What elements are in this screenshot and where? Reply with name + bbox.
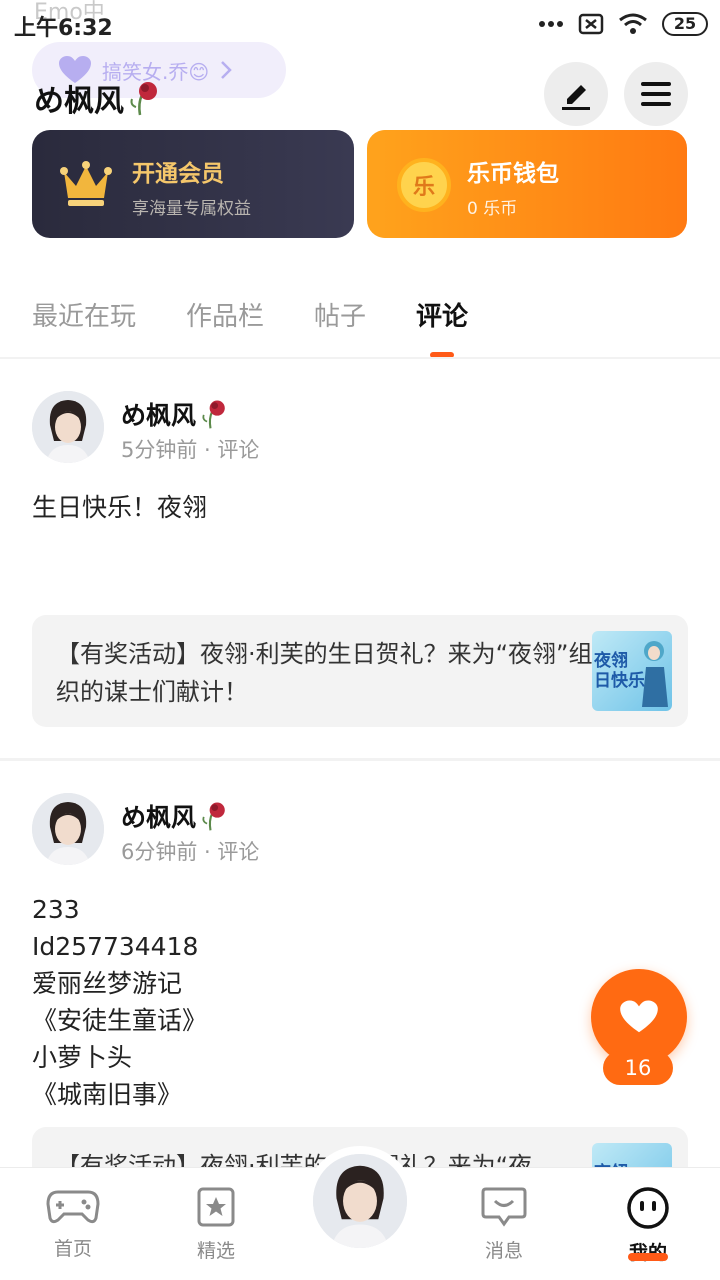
comment-line: 小萝卜头: [32, 1043, 133, 1072]
avatar: [313, 1154, 407, 1248]
coin-wallet-card[interactable]: 乐 乐币钱包 0 乐币: [367, 130, 687, 238]
comment-line: Id257734418: [32, 932, 199, 961]
profile-screen: Emo中 上午6:32 25 搞笑女.乔😊 め枫风 开通会员 享海量专属权益 乐…: [0, 0, 720, 1280]
profile-username: め枫风: [34, 76, 160, 120]
section-divider: [0, 758, 720, 761]
linked-post-title: 【有奖活动】夜翎·利芙的生日贺礼？来为“夜翎”组织的谋士们献计！: [56, 640, 593, 706]
heart-icon: [620, 1000, 658, 1033]
nav-messages[interactable]: 消息: [459, 1186, 549, 1263]
status-time: 上午6:32: [14, 16, 113, 41]
profile-tabs: 最近在玩 作品栏 帖子 评论: [32, 296, 518, 358]
bottom-navigation: 首页 精选 消息 我的: [0, 1146, 720, 1280]
nav-center-avatar-button[interactable]: [305, 1146, 415, 1256]
menu-button[interactable]: [624, 62, 688, 126]
battery-indicator: 25: [662, 12, 708, 36]
edit-profile-button[interactable]: [544, 62, 608, 126]
coin-char: 乐: [412, 175, 435, 200]
comment-body: 生日快乐！夜翎: [32, 489, 207, 526]
comment-line: 爱丽丝梦游记: [32, 969, 183, 998]
comment-meta: 5分钟前 · 评论: [121, 438, 260, 462]
nav-featured[interactable]: 精选: [171, 1186, 261, 1263]
nav-label: 首页: [53, 1238, 92, 1260]
comment-author: め枫风: [121, 396, 228, 432]
tab-recently-played[interactable]: 最近在玩: [32, 296, 136, 333]
avatar-portrait-icon: [32, 391, 104, 463]
edit-icon: [562, 85, 590, 110]
message-icon: [481, 1187, 527, 1227]
tab-label: 最近在玩: [32, 302, 137, 332]
tab-label: 评论: [416, 302, 469, 332]
comment-line: 生日快乐！夜翎: [32, 493, 208, 522]
status-icons: 25: [538, 12, 708, 36]
nav-label: 消息: [484, 1240, 523, 1262]
username-text: め枫风: [34, 84, 124, 119]
like-count: 16: [603, 1051, 673, 1085]
comment-meta: 6分钟前 · 评论: [121, 840, 260, 864]
gamepad-icon: [46, 1190, 100, 1224]
wallet-card-title: 乐币钱包: [467, 161, 559, 187]
comment-author: め枫风: [121, 798, 228, 834]
active-nav-underline: [628, 1253, 668, 1261]
avatar-portrait-icon: [313, 1154, 407, 1248]
wallet-card-balance: 0 乐币: [467, 199, 518, 219]
nav-home[interactable]: 首页: [28, 1186, 118, 1261]
menu-icon: [641, 82, 671, 106]
wilted-rose-icon: [202, 802, 225, 831]
tab-label: 作品栏: [186, 302, 265, 332]
linked-post-card[interactable]: 【有奖活动】夜翎·利芙的生日贺礼？来为“夜翎”组织的谋士们献计！ 夜翎 日快乐: [32, 615, 688, 727]
vip-card-title: 开通会员: [132, 161, 224, 187]
sim-off-icon: [578, 13, 604, 35]
nav-label: 精选: [196, 1240, 235, 1262]
tab-posts[interactable]: 帖子: [314, 296, 366, 333]
wifi-icon: [619, 13, 647, 34]
linked-post-thumbnail: 夜翎 日快乐: [592, 631, 672, 711]
avatar[interactable]: [32, 793, 104, 865]
character-art-icon: [642, 641, 668, 707]
author-name: め枫风: [121, 803, 197, 832]
chevron-right-icon: [221, 61, 232, 79]
author-name: め枫风: [121, 401, 197, 430]
comment-body: 233 Id257734418 爱丽丝梦游记 《安徒生童话》 小萝卜头 《城南旧…: [32, 891, 207, 1113]
vip-membership-card[interactable]: 开通会员 享海量专属权益: [32, 130, 354, 238]
tab-comments[interactable]: 评论: [416, 296, 469, 358]
wilted-rose-icon: [130, 82, 157, 116]
tab-label: 帖子: [314, 302, 367, 332]
more-dots-icon: [539, 21, 563, 27]
vip-card-subtitle: 享海量专属权益: [132, 199, 251, 219]
avatar[interactable]: [32, 391, 104, 463]
comment-line: 《安徒生童话》: [32, 1006, 208, 1035]
crown-icon: [60, 161, 112, 206]
face-icon: [627, 1187, 669, 1229]
avatar-portrait-icon: [32, 793, 104, 865]
coin-icon: 乐: [397, 158, 451, 212]
wilted-rose-icon: [202, 400, 225, 429]
comment-line: 《城南旧事》: [32, 1080, 183, 1109]
tabs-divider: [0, 357, 720, 359]
comment-line: 233: [32, 895, 80, 924]
tab-works[interactable]: 作品栏: [186, 296, 264, 333]
star-bookmark-icon: [197, 1187, 235, 1227]
